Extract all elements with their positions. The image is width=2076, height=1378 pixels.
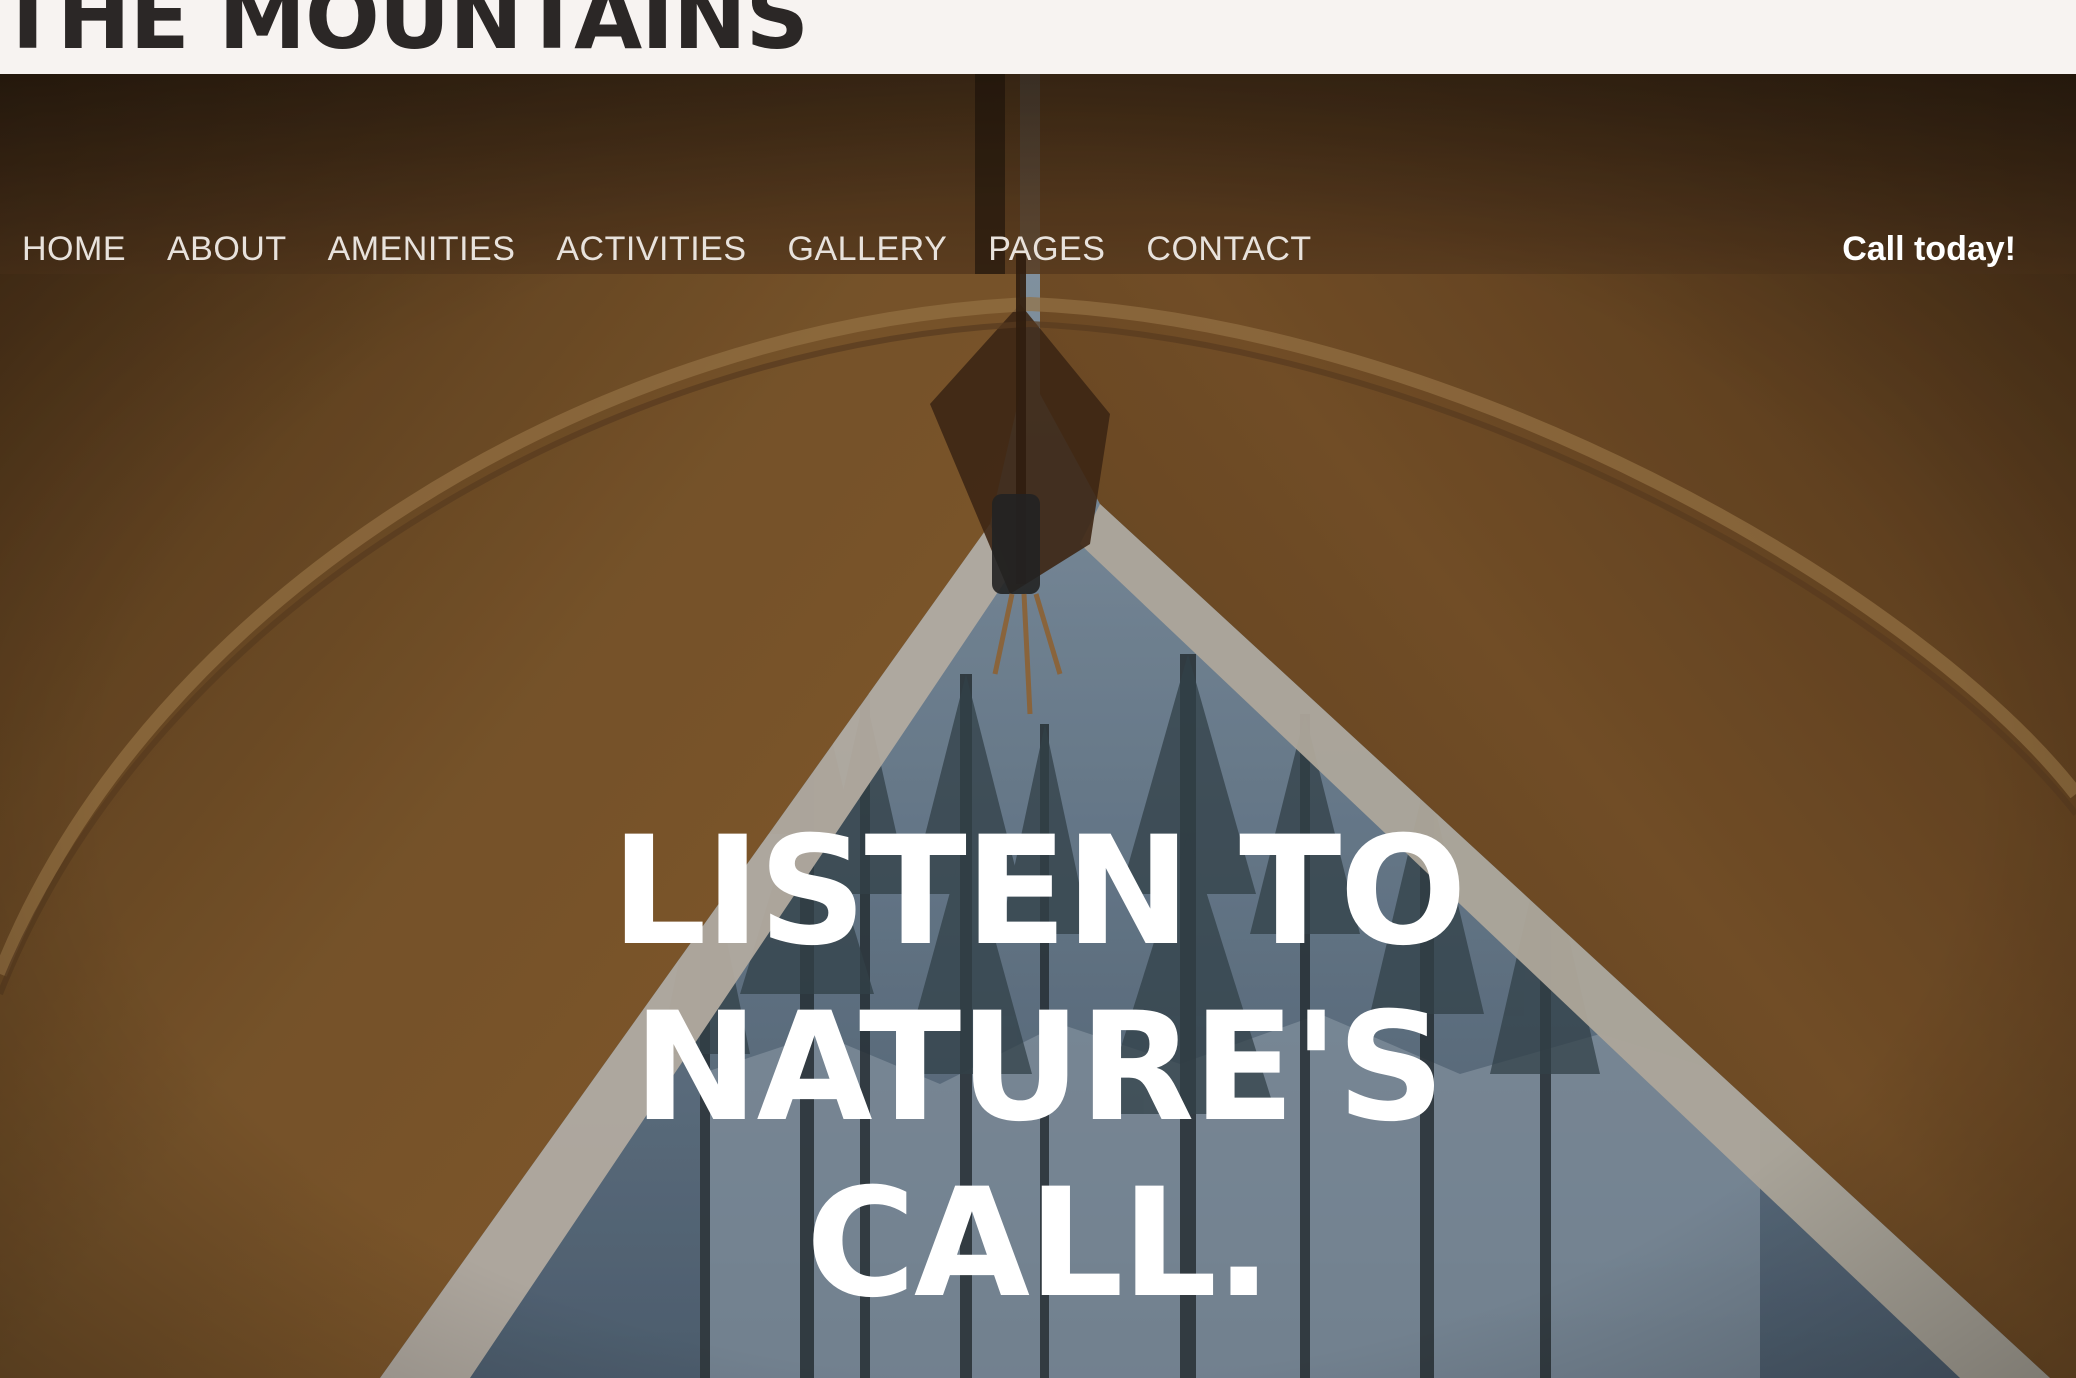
main-nav: HOME ABOUT AMENITIES ACTIVITIES GALLERY … bbox=[22, 224, 1312, 274]
hero-section: HOME ABOUT AMENITIES ACTIVITIES GALLERY … bbox=[0, 74, 2076, 1378]
hero-headline-line-1: LISTEN TO bbox=[611, 805, 1467, 979]
hero-headline-line-3: CALL. bbox=[805, 1157, 1272, 1331]
nav-item-pages[interactable]: PAGES bbox=[988, 230, 1105, 269]
nav-item-about[interactable]: ABOUT bbox=[167, 230, 287, 269]
nav-item-amenities[interactable]: AMENITIES bbox=[328, 230, 516, 269]
nav-item-activities[interactable]: ACTIVITIES bbox=[556, 230, 746, 269]
nav-item-contact[interactable]: CONTACT bbox=[1146, 230, 1311, 269]
hero-headline: LISTEN TO NATURE'S CALL. bbox=[0, 804, 2076, 1332]
nav-item-home[interactable]: HOME bbox=[22, 230, 126, 269]
nav-item-gallery[interactable]: GALLERY bbox=[788, 230, 948, 269]
call-today-link[interactable]: Call today! bbox=[1842, 224, 2016, 274]
hero-headline-line-2: NATURE'S bbox=[632, 981, 1445, 1155]
site-logo[interactable]: THE MOUNTAINS bbox=[0, 0, 809, 62]
site-header: THE MOUNTAINS bbox=[0, 0, 2076, 74]
